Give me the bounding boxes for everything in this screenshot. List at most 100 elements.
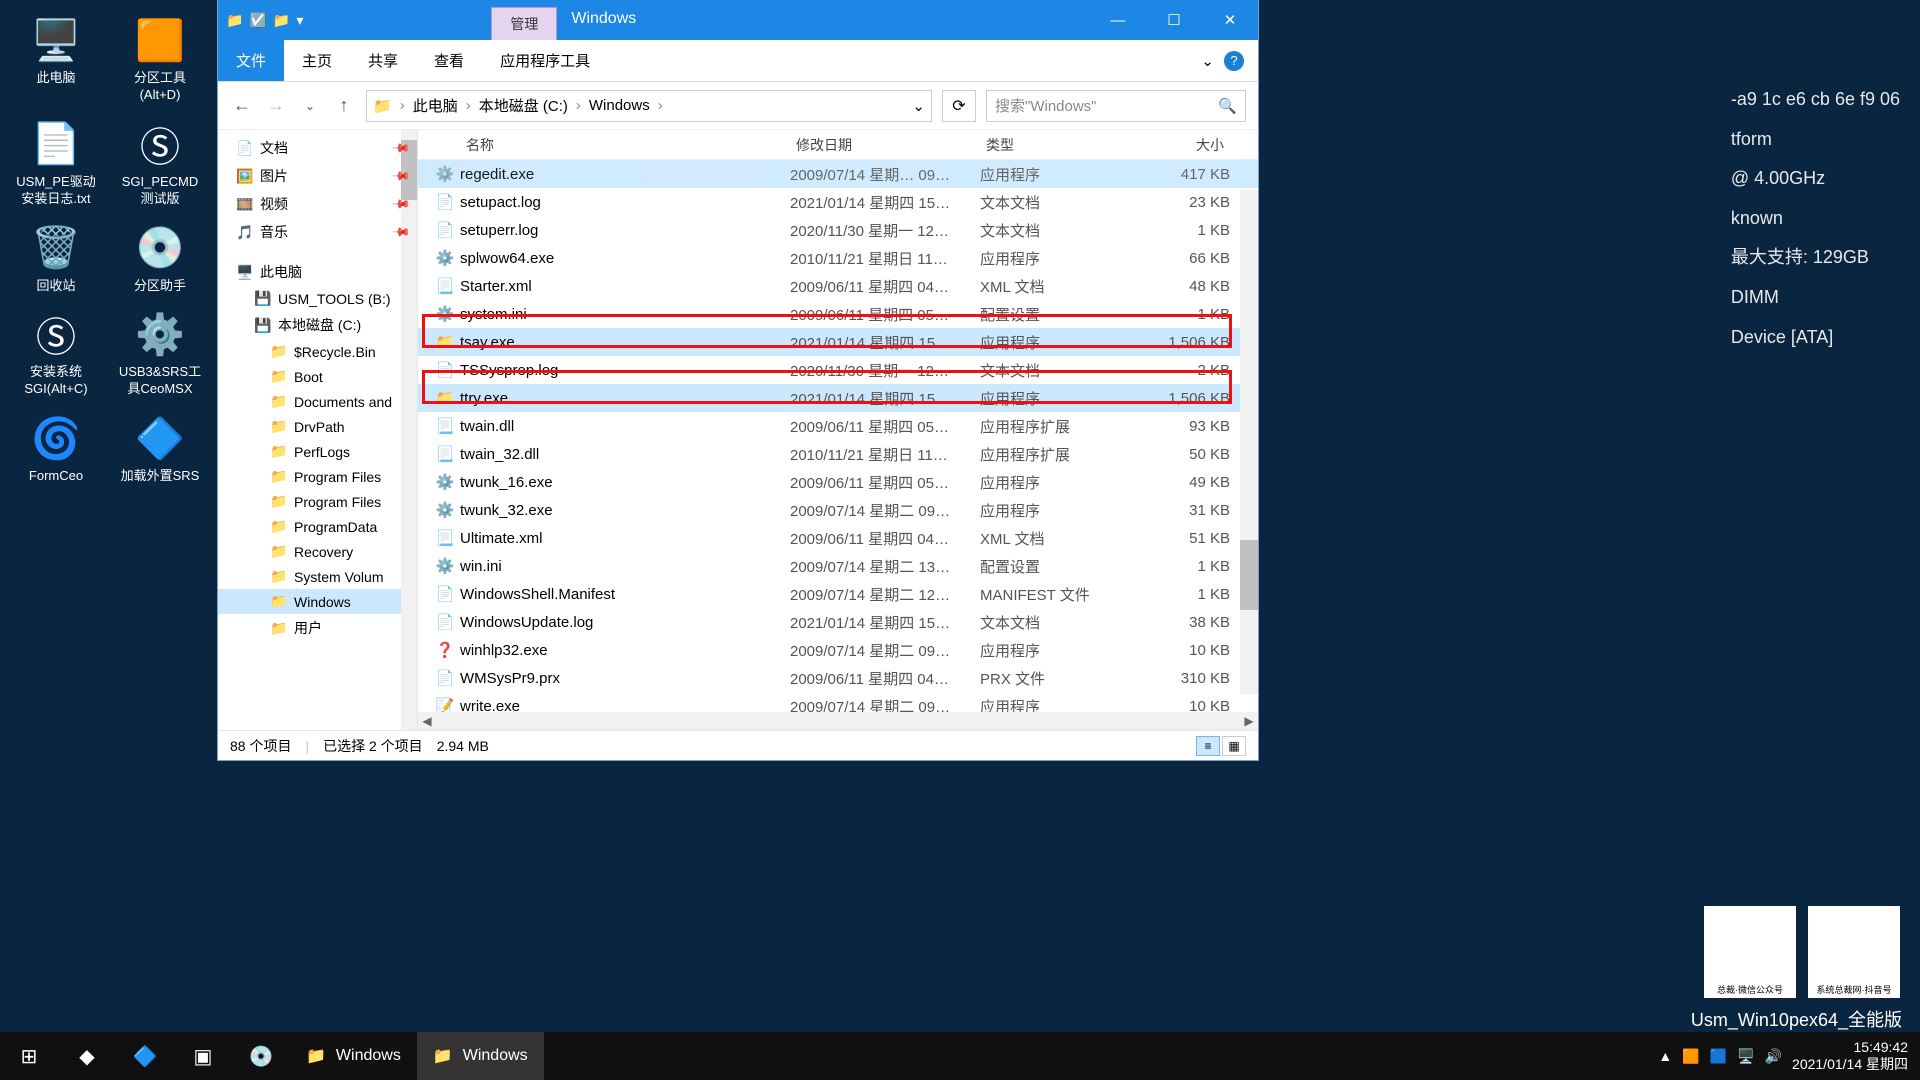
nav-quick-item[interactable]: 🖼️图片📌 [218,162,417,190]
desktop-icon[interactable]: 🖥️此电脑 [8,8,104,108]
ribbon-share[interactable]: 共享 [350,40,416,81]
nav-recent[interactable]: ⌄ [298,94,322,118]
file-row[interactable]: 📁 tsay.exe 2021/01/14 星期四 15… 应用程序 1,506… [418,328,1258,356]
desktop-icon[interactable]: 🔷加载外置SRS [112,406,208,489]
dropdown-icon[interactable]: ▾ [296,12,303,29]
nav-scrollbar[interactable] [401,130,417,730]
nav-back[interactable]: ← [230,94,254,118]
crumb[interactable]: 本地磁盘 (C:) [479,95,568,116]
nav-folder[interactable]: 📁$Recycle.Bin [218,339,417,364]
nav-folder[interactable]: 📁System Volum [218,564,417,589]
nav-folder[interactable]: 📁Program Files [218,489,417,514]
nav-drive-c[interactable]: 💾本地磁盘 (C:) [218,311,417,339]
file-row[interactable]: ⚙️ twunk_16.exe 2009/06/11 星期四 05… 应用程序 … [418,468,1258,496]
desktop-icon[interactable]: 🟧分区工具(Alt+D) [112,8,208,108]
desktop-icon[interactable]: 💿分区助手 [112,216,208,299]
nav-quick-item[interactable]: 🎵音乐📌 [218,218,417,246]
hscrollbar[interactable]: ◀ ▶ [418,712,1258,730]
nav-quick-item[interactable]: 🎞️视频📌 [218,190,417,218]
taskbar-app[interactable]: 🔷 [116,1032,174,1080]
file-row[interactable]: 📄 TSSysprep.log 2020/11/30 星期一 12… 文本文档 … [418,356,1258,384]
nav-folder[interactable]: 📁用户 [218,614,417,642]
file-row[interactable]: 📄 setuperr.log 2020/11/30 星期一 12… 文本文档 1… [418,216,1258,244]
file-row[interactable]: 📄 WindowsShell.Manifest 2009/07/14 星期二 1… [418,580,1258,608]
file-row[interactable]: 📃 twain.dll 2009/06/11 星期四 05… 应用程序扩展 93… [418,412,1258,440]
nav-folder[interactable]: 📁Windows [218,589,417,614]
file-row[interactable]: ❓ winhlp32.exe 2009/07/14 星期二 09… 应用程序 1… [418,636,1258,664]
tray-icon[interactable]: 🔊 [1765,1048,1782,1065]
chevron-down-icon[interactable]: ⌄ [912,97,925,115]
file-row[interactable]: ⚙️ regedit.exe 2009/07/14 星期… 09… 应用程序 4… [418,160,1258,188]
nav-up[interactable]: ↑ [332,94,356,118]
ribbon-apptools[interactable]: 应用程序工具 [482,40,608,81]
help-icon[interactable]: ? [1224,51,1244,71]
crumb[interactable]: 此电脑 [413,95,458,116]
expand-ribbon-icon[interactable]: ⌄ [1201,52,1214,70]
file-row[interactable]: 📃 Ultimate.xml 2009/06/11 星期四 04… XML 文档… [418,524,1258,552]
ribbon-file[interactable]: 文件 [218,40,284,81]
file-row[interactable]: 📃 Starter.xml 2009/06/11 星期四 04… XML 文档 … [418,272,1258,300]
start-button[interactable]: ⊞ [0,1032,58,1080]
nav-thispc[interactable]: 🖥️此电脑 [218,258,417,286]
file-row[interactable]: ⚙️ splwow64.exe 2010/11/21 星期日 11… 应用程序 … [418,244,1258,272]
search-icon[interactable]: 🔍 [1218,97,1237,115]
view-details[interactable]: ≡ [1196,736,1220,756]
nav-folder[interactable]: 📁DrvPath [218,414,417,439]
refresh-button[interactable]: ⟳ [942,90,976,122]
nav-folder[interactable]: 📁Documents and [218,389,417,414]
minimize-button[interactable]: — [1090,0,1146,40]
file-row[interactable]: 📁 ttry.exe 2021/01/14 星期四 15… 应用程序 1,506… [418,384,1258,412]
col-size[interactable]: 大小 [1130,135,1230,155]
vscrollbar[interactable] [1240,190,1258,694]
nav-folder[interactable]: 📁PerfLogs [218,439,417,464]
taskbar-app[interactable]: 💿 [232,1032,290,1080]
titlebar[interactable]: 📁 ☑️ 📁 ▾ 管理 Windows — ☐ ✕ [218,0,1258,40]
taskbar-window[interactable]: 📁Windows [290,1032,417,1080]
file-row[interactable]: 📄 WMSysPr9.prx 2009/06/11 星期四 04… PRX 文件… [418,664,1258,692]
tray-clock[interactable]: 15:49:42 2021/01/14 星期四 [1792,1039,1908,1073]
file-row[interactable]: 📃 twain_32.dll 2010/11/21 星期日 11… 应用程序扩展… [418,440,1258,468]
col-type[interactable]: 类型 [980,135,1130,155]
nav-drive[interactable]: 💾USM_TOOLS (B:) [218,286,417,311]
col-date[interactable]: 修改日期 [790,135,980,155]
quick-access-icon[interactable]: ☑️ [249,12,266,29]
file-row[interactable]: 📝 write.exe 2009/07/14 星期二 09… 应用程序 10 K… [418,692,1258,712]
taskbar-app[interactable]: ▣ [174,1032,232,1080]
desktop-icon[interactable]: 📄USM_PE驱动安装日志.txt [8,112,104,212]
taskbar-app[interactable]: ◆ [58,1032,116,1080]
search-input[interactable]: 搜索"Windows" 🔍 [986,90,1246,122]
tray-icon[interactable]: 🟦 [1710,1048,1727,1065]
file-row[interactable]: ⚙️ win.ini 2009/07/14 星期二 13… 配置设置 1 KB [418,552,1258,580]
desktop-icon[interactable]: ⚙️USB3&SRS工具CeoMSX [112,302,208,402]
nav-folder[interactable]: 📁Recovery [218,539,417,564]
nav-pane[interactable]: 📄文档📌🖼️图片📌🎞️视频📌🎵音乐📌 🖥️此电脑💾USM_TOOLS (B:)💾本… [218,130,418,730]
taskbar-window[interactable]: 📁Windows [417,1032,544,1080]
file-row[interactable]: ⚙️ twunk_32.exe 2009/07/14 星期二 09… 应用程序 … [418,496,1258,524]
col-name[interactable]: 名称 [460,135,790,155]
file-row[interactable]: ⚙️ system.ini 2009/06/11 星期四 05… 配置设置 1 … [418,300,1258,328]
nav-quick-item[interactable]: 📄文档📌 [218,134,417,162]
maximize-button[interactable]: ☐ [1146,0,1202,40]
tray-icon[interactable]: 🖥️ [1737,1048,1754,1065]
nav-forward[interactable]: → [264,94,288,118]
ribbon-home[interactable]: 主页 [284,40,350,81]
desktop-icon[interactable]: ⓈSGI_PECMD测试版 [112,112,208,212]
nav-folder[interactable]: 📁Program Files [218,464,417,489]
desktop-icon[interactable]: 🗑️回收站 [8,216,104,299]
close-button[interactable]: ✕ [1202,0,1258,40]
vscroll-thumb[interactable] [1240,540,1258,610]
crumb[interactable]: Windows [589,97,650,114]
view-icons[interactable]: ▦ [1222,736,1246,756]
address-bar[interactable]: 📁 › 此电脑 › 本地磁盘 (C:) › Windows › ⌄ [366,90,932,122]
hscroll-left[interactable]: ◀ [418,714,436,728]
tray-icon[interactable]: ▲ [1658,1048,1672,1064]
desktop-icon[interactable]: Ⓢ安装系统SGI(Alt+C) [8,302,104,402]
file-row[interactable]: 📄 setupact.log 2021/01/14 星期四 15… 文本文档 2… [418,188,1258,216]
file-row[interactable]: 📄 WindowsUpdate.log 2021/01/14 星期四 15… 文… [418,608,1258,636]
nav-folder[interactable]: 📁Boot [218,364,417,389]
tray-icon[interactable]: 🟧 [1682,1048,1699,1065]
nav-folder[interactable]: 📁ProgramData [218,514,417,539]
desktop-icon[interactable]: 🌀FormCeo [8,406,104,489]
hscroll-right[interactable]: ▶ [1240,714,1258,728]
manage-tab[interactable]: 管理 [491,7,557,40]
